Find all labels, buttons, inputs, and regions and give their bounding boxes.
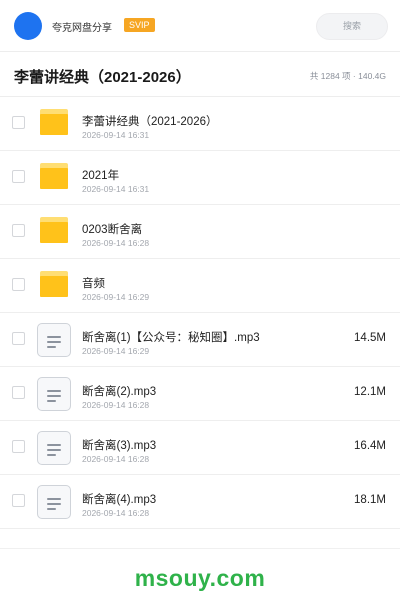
file-row[interactable]: 断舍离(3).mp3 2026-09-14 16:28 16.4M [0, 421, 400, 475]
row-checkbox[interactable] [12, 332, 25, 345]
file-name: 断舍离(4).mp3 [82, 494, 157, 506]
file-row[interactable]: 音频 2026-09-14 16:29 [0, 259, 400, 313]
file-date: 2026-09-14 16:28 [82, 454, 150, 464]
search-button[interactable]: 搜索 [316, 13, 388, 40]
top-bar: 夸克网盘分享 SVIP 搜索 [0, 0, 400, 52]
file-size: 18.1M [354, 494, 386, 506]
file-name: 断舍离(2).mp3 [82, 386, 157, 398]
audio-file-icon [37, 323, 71, 357]
watermark-text: msouy.com [134, 565, 266, 591]
footer: msouy.com [0, 548, 400, 600]
file-date: 2026-09-14 16:29 [82, 346, 150, 356]
row-checkbox[interactable] [12, 386, 25, 399]
file-name: 断舍离(3).mp3 [82, 440, 157, 452]
file-size: 16.4M [354, 440, 386, 452]
file-name: 音频 [82, 278, 105, 290]
folder-icon [40, 217, 68, 243]
folder-icon [40, 271, 68, 297]
row-checkbox[interactable] [12, 170, 25, 183]
avatar[interactable] [14, 12, 42, 40]
row-checkbox[interactable] [12, 494, 25, 507]
file-size: 14.5M [354, 332, 386, 344]
file-date: 2026-09-14 16:28 [82, 508, 150, 518]
brand-name: 夸克网盘分享 [52, 23, 112, 34]
page-title: 李蕾讲经典（2021-2026） [14, 69, 191, 86]
folder-meta: 共 1284 项 · 140.4G [309, 71, 386, 81]
file-row[interactable]: 0203断舍离 2026-09-14 16:28 [0, 205, 400, 259]
file-row[interactable]: 断舍离(4).mp3 2026-09-14 16:28 18.1M [0, 475, 400, 529]
file-list: 李蕾讲经典（2021-2026） 2026-09-14 16:31 2021年 202… [0, 97, 400, 529]
file-date: 2026-09-14 16:28 [82, 238, 150, 248]
folder-header: 李蕾讲经典（2021-2026） 共 1284 项 · 140.4G [0, 53, 400, 97]
audio-file-icon [37, 485, 71, 519]
file-size: 12.1M [354, 386, 386, 398]
file-row[interactable]: 2021年 2026-09-14 16:31 [0, 151, 400, 205]
file-name: 断舍离(1)【公众号：秘知圈】.mp3 [82, 332, 260, 344]
file-name: 0203断舍离 [82, 224, 143, 236]
file-date: 2026-09-14 16:28 [82, 400, 150, 410]
file-row[interactable]: 李蕾讲经典（2021-2026） 2026-09-14 16:31 [0, 97, 400, 151]
folder-icon [40, 163, 68, 189]
file-date: 2026-09-14 16:31 [82, 184, 150, 194]
file-row[interactable]: 断舍离(2).mp3 2026-09-14 16:28 12.1M [0, 367, 400, 421]
audio-file-icon [37, 431, 71, 465]
file-date: 2026-09-14 16:29 [82, 292, 150, 302]
audio-file-icon [37, 377, 71, 411]
row-checkbox[interactable] [12, 224, 25, 237]
row-checkbox[interactable] [12, 440, 25, 453]
row-checkbox[interactable] [12, 278, 25, 291]
file-row[interactable]: 断舍离(1)【公众号：秘知圈】.mp3 2026-09-14 16:29 14.5M [0, 313, 400, 367]
file-name: 李蕾讲经典（2021-2026） [82, 116, 218, 128]
file-date: 2026-09-14 16:31 [82, 130, 150, 140]
folder-icon [40, 109, 68, 135]
svip-badge: SVIP [124, 18, 155, 32]
row-checkbox[interactable] [12, 116, 25, 129]
file-name: 2021年 [82, 170, 120, 182]
